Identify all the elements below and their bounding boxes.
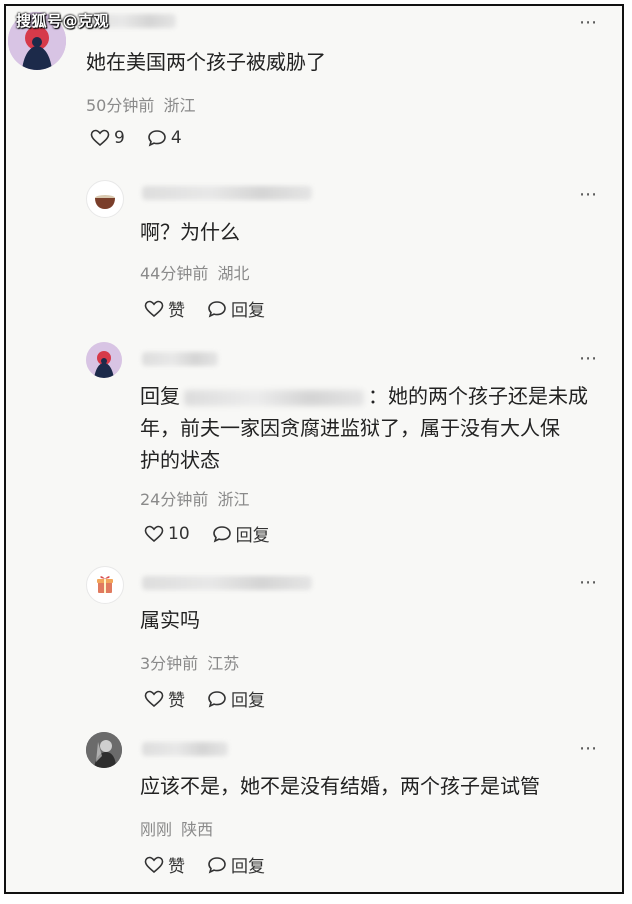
comment-time: 50分钟前	[86, 96, 155, 115]
avatar[interactable]	[86, 566, 124, 604]
more-options-icon[interactable]: ⋯	[579, 184, 598, 205]
more-options-icon[interactable]: ⋯	[579, 348, 598, 369]
comment-text: 应该不是，她不是没有结婚，两个孩子是试管	[140, 774, 540, 798]
like-button[interactable]: 赞	[144, 852, 185, 877]
comment-meta: 24分钟前 浙江	[140, 486, 249, 510]
reply-prefix: 回复	[140, 384, 180, 408]
comment-time: 44分钟前	[140, 264, 209, 283]
avatar[interactable]	[86, 732, 122, 768]
reply-button[interactable]: 回复	[212, 521, 270, 546]
reply-label: 回复	[231, 691, 265, 711]
watermark: 搜狐号@克观	[16, 12, 110, 30]
reply-label: 回复	[231, 857, 265, 877]
avatar[interactable]	[86, 342, 122, 378]
heart-icon	[144, 856, 164, 873]
comment-text-line2: 年，前夫一家因贪腐进监狱了，属于没有大人保	[140, 416, 560, 440]
comment-meta: 50分钟前 浙江	[86, 92, 195, 116]
more-options-icon[interactable]: ⋯	[579, 738, 598, 759]
comment-text-line1: ：她的两个孩子还是未成	[368, 384, 588, 408]
comment-time: 刚刚	[140, 820, 173, 839]
comment-location: 浙江	[217, 490, 250, 509]
like-button[interactable]: 10	[144, 524, 190, 544]
comment-location: 陕西	[181, 820, 214, 839]
comment-location: 江苏	[207, 654, 240, 673]
comment-actions: 赞 回复	[144, 296, 287, 321]
comment-bubble-icon	[208, 300, 226, 317]
comment-time: 3分钟前	[140, 654, 199, 673]
like-button[interactable]: 赞	[144, 686, 185, 711]
mentioned-username-blurred[interactable]	[184, 389, 364, 406]
reply-label: 回复	[231, 301, 265, 321]
more-options-icon[interactable]: ⋯	[579, 12, 598, 33]
comment-text: 属实吗	[140, 608, 200, 632]
like-label: 赞	[168, 857, 185, 877]
comment-meta: 3分钟前 江苏	[140, 650, 239, 674]
heart-icon	[144, 300, 164, 317]
comment-bubble-icon	[208, 856, 226, 873]
like-label: 赞	[168, 691, 185, 711]
heart-icon	[144, 525, 164, 542]
like-button[interactable]: 赞	[144, 296, 185, 321]
comment-actions: 9 4	[90, 128, 204, 148]
comment-location: 湖北	[217, 264, 250, 283]
more-options-icon[interactable]: ⋯	[579, 572, 598, 593]
reply-label: 回复	[235, 526, 270, 546]
username-blurred	[142, 576, 312, 590]
comment-location: 浙江	[163, 96, 196, 115]
reply-count: 4	[170, 128, 182, 148]
comment-time: 24分钟前	[140, 490, 209, 509]
comment-text: 啊？为什么	[140, 220, 240, 244]
comment-thread: 搜狐号@克观 ⋯ 她在美国两个孩子被威胁了 50分钟前 浙江 9 4 ⋯ 啊？为…	[4, 4, 624, 894]
comment-actions: 10 回复	[144, 521, 292, 546]
username-blurred	[142, 352, 218, 366]
comment-bubble-icon	[212, 525, 231, 542]
reply-button[interactable]: 回复	[207, 852, 265, 877]
comment-text: 她在美国两个孩子被威胁了	[86, 50, 326, 74]
comment-text: 回复 ：她的两个孩子还是未成 年，前夫一家因贪腐进监狱了，属于没有大人保 护的状态	[140, 380, 600, 476]
reply-button[interactable]: 4	[147, 128, 182, 148]
username-blurred	[142, 742, 228, 756]
comment-bubble-icon	[208, 690, 226, 707]
comment-meta: 44分钟前 湖北	[140, 260, 249, 284]
reply-button[interactable]: 回复	[207, 296, 265, 321]
heart-icon	[90, 129, 110, 147]
comment-text-line3: 护的状态	[140, 448, 220, 472]
comment-meta: 刚刚 陕西	[140, 816, 213, 840]
like-label: 赞	[168, 301, 185, 321]
comment-actions: 赞 回复	[144, 686, 287, 711]
avatar[interactable]	[86, 180, 124, 218]
like-button[interactable]: 9	[90, 128, 125, 148]
heart-icon	[144, 690, 164, 707]
comment-actions: 赞 回复	[144, 852, 287, 877]
like-count: 10	[168, 523, 190, 544]
like-count: 9	[114, 128, 125, 148]
comment-bubble-icon	[148, 130, 166, 147]
username-blurred	[142, 186, 312, 200]
reply-button[interactable]: 回复	[207, 686, 265, 711]
